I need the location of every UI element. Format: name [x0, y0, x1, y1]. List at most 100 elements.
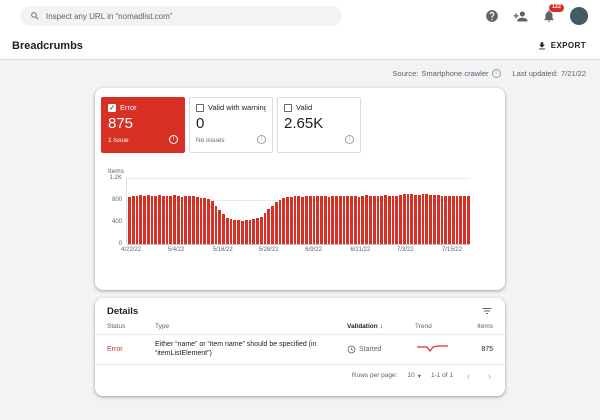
export-button[interactable]: EXPORT	[537, 41, 586, 51]
chart-bar[interactable]	[384, 195, 387, 244]
chart-bar[interactable]	[399, 194, 402, 244]
chart-bar[interactable]	[459, 196, 463, 244]
chart-bar[interactable]	[286, 197, 289, 244]
info-icon[interactable]: i	[491, 69, 501, 78]
chart-bar[interactable]	[440, 195, 444, 244]
chart-bar[interactable]	[451, 196, 455, 244]
chart-bar[interactable]	[391, 196, 395, 244]
chart-bar[interactable]	[128, 196, 131, 244]
valid-warning-card[interactable]: Valid with warning 0 No issues i	[189, 97, 273, 153]
chart-bar[interactable]	[327, 196, 331, 244]
chart-bar[interactable]	[365, 195, 368, 244]
chart-bar[interactable]	[267, 208, 271, 244]
chart-bar[interactable]	[225, 217, 229, 244]
chart-bar[interactable]	[180, 196, 184, 244]
info-icon[interactable]: i	[169, 135, 178, 144]
chart-bar[interactable]	[150, 196, 154, 244]
chart-bar[interactable]	[229, 219, 233, 244]
chart-bar[interactable]	[139, 195, 143, 244]
table-row[interactable]: Error Either “name” or “item name” shoul…	[95, 335, 505, 365]
chart-bar[interactable]	[199, 197, 203, 244]
rows-per-page-select[interactable]: 10 ▾	[407, 372, 421, 380]
chart-bar[interactable]	[350, 195, 353, 244]
column-status[interactable]: Status	[107, 323, 155, 330]
chart-bar[interactable]	[380, 195, 384, 244]
chart-bar[interactable]	[425, 193, 429, 244]
chart-bar[interactable]	[376, 196, 380, 244]
chart-bar[interactable]	[342, 196, 346, 244]
chart-bar[interactable]	[274, 202, 278, 244]
chart-bar[interactable]	[135, 196, 139, 244]
chart-bar[interactable]	[222, 214, 225, 244]
chart-bar[interactable]	[169, 195, 173, 244]
notifications-button[interactable]: 122	[542, 4, 564, 23]
chart-bar[interactable]	[448, 195, 451, 244]
chart-bar[interactable]	[301, 196, 304, 244]
chart-bar[interactable]	[353, 196, 357, 244]
filter-icon[interactable]	[481, 305, 493, 317]
chart-bar[interactable]	[173, 195, 176, 244]
help-button[interactable]	[485, 9, 499, 23]
chart-bar[interactable]	[308, 195, 312, 244]
chart-bar[interactable]	[320, 195, 323, 244]
chart-bar[interactable]	[436, 195, 440, 244]
chart-bar[interactable]	[278, 200, 282, 244]
chart-bar[interactable]	[161, 195, 165, 244]
chart-bar[interactable]	[293, 196, 297, 244]
chart-bar[interactable]	[218, 209, 222, 244]
chart-bar[interactable]	[406, 194, 410, 244]
previous-page-button[interactable]: ‹	[463, 371, 474, 381]
next-page-button[interactable]: ›	[484, 371, 495, 381]
chart-bar[interactable]	[331, 195, 335, 244]
chart-bar[interactable]	[263, 213, 267, 244]
chart-bar[interactable]	[252, 218, 256, 244]
chart-bar[interactable]	[433, 195, 436, 244]
error-card[interactable]: ✓ Error 875 1 issue i	[101, 97, 185, 153]
chart-bar[interactable]	[214, 205, 218, 244]
chart-bar[interactable]	[304, 196, 308, 244]
chart-bar[interactable]	[466, 195, 470, 244]
chart-bar[interactable]	[210, 201, 214, 244]
chart-bar[interactable]	[143, 195, 146, 244]
chart-bar[interactable]	[421, 194, 425, 244]
chart-bar[interactable]	[165, 196, 169, 244]
chart-bar[interactable]	[444, 195, 448, 244]
url-inspect-search[interactable]: Inspect any URL in “nomadlist.com”	[20, 6, 342, 26]
checkbox-unchecked-icon[interactable]	[196, 103, 204, 112]
chart-bar[interactable]	[410, 193, 414, 244]
chart-bar[interactable]	[323, 196, 327, 244]
column-type[interactable]: Type	[155, 323, 347, 330]
column-trend[interactable]: Trend	[415, 323, 467, 330]
chart-bar[interactable]	[346, 195, 350, 244]
info-icon[interactable]: i	[345, 135, 354, 144]
chart-bar[interactable]	[395, 195, 399, 244]
chart-bar[interactable]	[188, 195, 192, 244]
chart-bar[interactable]	[361, 195, 365, 244]
chart-bar[interactable]	[259, 216, 263, 244]
chart-bar[interactable]	[237, 220, 240, 244]
chart-bar[interactable]	[248, 219, 252, 244]
checkbox-checked-icon[interactable]: ✓	[108, 103, 116, 112]
chart-bar[interactable]	[131, 195, 135, 244]
chart-bar[interactable]	[240, 220, 244, 244]
info-icon[interactable]: i	[257, 135, 266, 144]
chart-bar[interactable]	[387, 195, 391, 244]
chart-bar[interactable]	[417, 194, 421, 244]
chart-bar[interactable]	[158, 195, 161, 244]
column-items[interactable]: Items	[467, 323, 493, 330]
chart-bar[interactable]	[335, 195, 338, 244]
column-validation[interactable]: Validation ↓	[347, 323, 415, 330]
chart-bar[interactable]	[429, 194, 433, 244]
add-user-button[interactable]	[513, 9, 528, 24]
chart-bar[interactable]	[414, 194, 417, 244]
chart-bar[interactable]	[233, 219, 237, 244]
chart-bar[interactable]	[207, 198, 210, 244]
chart-bar[interactable]	[176, 196, 180, 244]
chart-bar[interactable]	[402, 193, 406, 244]
chart-bar[interactable]	[372, 196, 376, 244]
valid-card[interactable]: Valid 2.65K i	[277, 97, 361, 153]
chart-bar[interactable]	[256, 218, 259, 244]
chart-bar[interactable]	[297, 196, 301, 244]
chart-bar[interactable]	[154, 195, 158, 244]
chart-bar[interactable]	[357, 196, 361, 244]
